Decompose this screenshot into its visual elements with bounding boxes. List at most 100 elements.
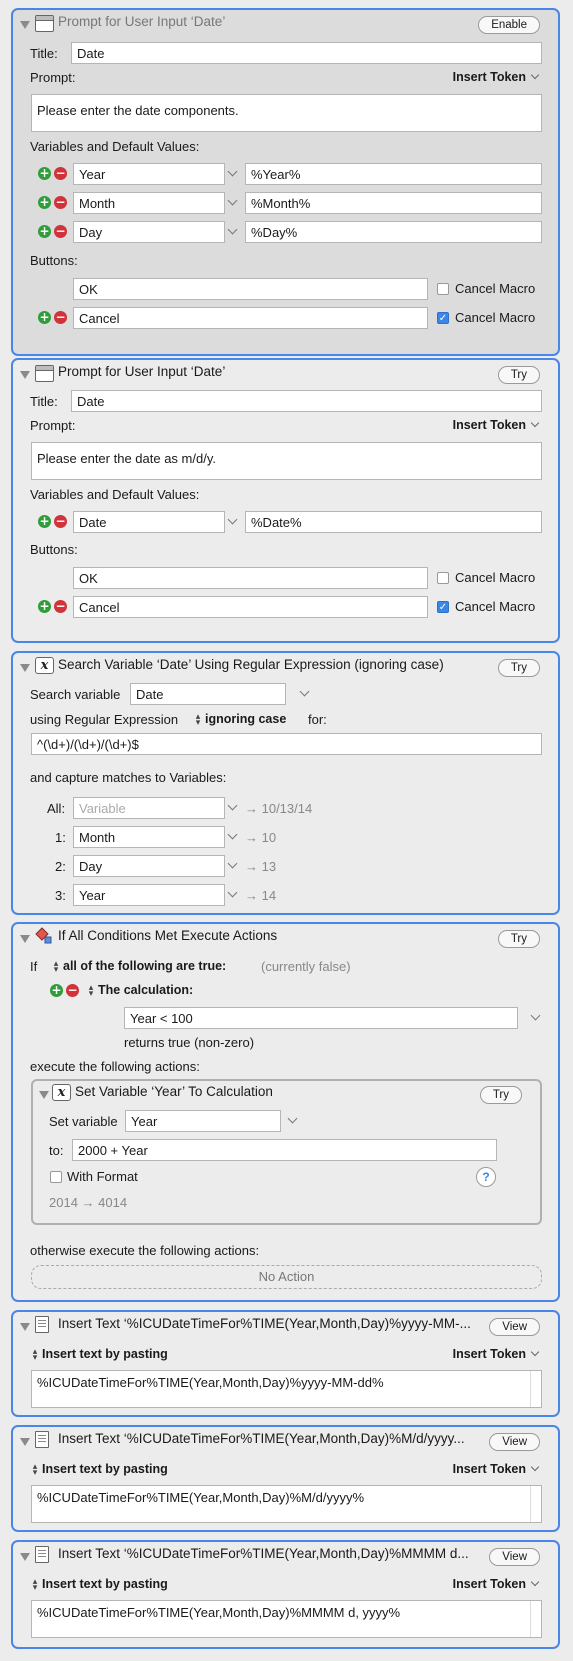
cancel-macro-checkbox[interactable]	[437, 283, 449, 295]
variable-name-field[interactable]: Month	[73, 192, 225, 214]
condition-type-popup[interactable]: The calculation:	[98, 983, 193, 997]
chevron-down-icon[interactable]	[287, 1113, 298, 1124]
insert-text-field[interactable]: %ICUDateTimeFor%TIME(Year,Month,Day)%M/d…	[31, 1485, 542, 1523]
try-button[interactable]: Try	[479, 1086, 522, 1104]
add-variable-icon[interactable]: +	[38, 167, 51, 180]
chevron-down-icon[interactable]	[227, 195, 238, 206]
condition-mode-popup[interactable]: all of the following are true:	[63, 959, 226, 973]
calculation-field[interactable]: Year < 100	[124, 1007, 518, 1029]
chevron-down-icon[interactable]	[227, 829, 238, 840]
variable-name-field[interactable]: Day	[73, 221, 225, 243]
try-button[interactable]: Try	[497, 930, 540, 948]
button-name-field[interactable]: OK	[73, 567, 428, 589]
view-button[interactable]: View	[489, 1548, 540, 1566]
disclosure-triangle-icon[interactable]	[20, 1553, 30, 1561]
insert-text-value: %ICUDateTimeFor%TIME(Year,Month,Day)%M/d…	[37, 1490, 365, 1505]
add-variable-icon[interactable]: +	[38, 225, 51, 238]
scrollbar[interactable]	[530, 1371, 531, 1407]
add-condition-icon[interactable]: +	[50, 984, 63, 997]
remove-variable-icon[interactable]: −	[54, 225, 67, 238]
disclosure-triangle-icon[interactable]	[20, 664, 30, 672]
add-button-icon[interactable]: +	[38, 311, 51, 324]
variable-default-field[interactable]: %Year%	[245, 163, 542, 185]
insert-mode-popup[interactable]: Insert text by pasting	[42, 1577, 168, 1591]
prompt-field[interactable]: Please enter the date components.	[31, 94, 542, 132]
button-name-field[interactable]: OK	[73, 278, 428, 300]
variable-default-field[interactable]: %Month%	[245, 192, 542, 214]
case-mode-popup[interactable]: ignoring case	[205, 712, 286, 726]
remove-condition-icon[interactable]: −	[66, 984, 79, 997]
disclosure-triangle-icon[interactable]	[20, 935, 30, 943]
chevron-down-icon[interactable]	[227, 858, 238, 869]
remove-variable-icon[interactable]: −	[54, 196, 67, 209]
prompt-field[interactable]: Please enter the date as m/d/y.	[31, 442, 542, 480]
scrollbar[interactable]	[530, 1601, 531, 1637]
up-down-arrows-icon[interactable]: ▴ ▾	[31, 1462, 39, 1477]
variable-name-field[interactable]: Year	[73, 163, 225, 185]
scrollbar[interactable]	[530, 1486, 531, 1522]
chevron-down-icon[interactable]	[227, 800, 238, 811]
insert-mode-popup[interactable]: Insert text by pasting	[42, 1462, 168, 1476]
up-down-arrows-icon[interactable]: ▴ ▾	[31, 1347, 39, 1362]
view-button[interactable]: View	[489, 1318, 540, 1336]
disclosure-triangle-icon[interactable]	[20, 1438, 30, 1446]
up-down-arrows-icon[interactable]: ▴ ▾	[194, 712, 202, 727]
set-variable-field[interactable]: Year	[125, 1110, 281, 1132]
help-icon[interactable]: ?	[476, 1167, 496, 1187]
title-field[interactable]: Date	[71, 390, 542, 412]
insert-token-button[interactable]: Insert Token	[453, 1462, 526, 1476]
cancel-macro-checkbox[interactable]: ✓	[437, 312, 449, 324]
cancel-macro-checkbox[interactable]	[437, 572, 449, 584]
capture-variable-field[interactable]: Day	[73, 855, 225, 877]
up-down-arrows-icon[interactable]: ▴ ▾	[87, 983, 95, 998]
insert-token-button[interactable]: Insert Token	[453, 70, 526, 84]
variable-default-field[interactable]: %Day%	[245, 221, 542, 243]
remove-variable-icon[interactable]: −	[54, 515, 67, 528]
insert-token-button[interactable]: Insert Token	[453, 418, 526, 432]
insert-token-button[interactable]: Insert Token	[453, 1577, 526, 1591]
remove-button-icon[interactable]: −	[54, 311, 67, 324]
variable-default-field[interactable]: %Date%	[245, 511, 542, 533]
chevron-down-icon[interactable]	[227, 514, 238, 525]
remove-variable-icon[interactable]: −	[54, 167, 67, 180]
insert-mode-popup[interactable]: Insert text by pasting	[42, 1347, 168, 1361]
chevron-down-icon[interactable]	[227, 224, 238, 235]
capture-variable-field[interactable]: Year	[73, 884, 225, 906]
button-name-field[interactable]: Cancel	[73, 307, 428, 329]
disclosure-triangle-icon[interactable]	[20, 371, 30, 379]
disclosure-triangle-icon[interactable]	[20, 1323, 30, 1331]
title-field[interactable]: Date	[71, 42, 542, 64]
enable-button[interactable]: Enable	[478, 16, 540, 34]
variable-name-field[interactable]: Date	[73, 511, 225, 533]
try-button[interactable]: Try	[497, 659, 540, 677]
remove-button-icon[interactable]: −	[54, 600, 67, 613]
up-down-arrows-icon[interactable]: ▴ ▾	[31, 1577, 39, 1592]
up-down-arrows-icon[interactable]: ▴ ▾	[52, 959, 60, 974]
regex-field[interactable]: ^(\d+)/(\d+)/(\d+)$	[31, 733, 542, 755]
disclosure-triangle-icon[interactable]	[20, 21, 30, 29]
insert-text-field[interactable]: %ICUDateTimeFor%TIME(Year,Month,Day)%MMM…	[31, 1600, 542, 1638]
search-variable-field[interactable]: Date	[130, 683, 286, 705]
with-format-checkbox[interactable]	[50, 1171, 62, 1183]
try-button[interactable]: Try	[497, 366, 540, 384]
capture-variable-field[interactable]: Variable	[73, 797, 225, 819]
chevron-down-icon[interactable]	[530, 1010, 541, 1021]
no-action-dropzone[interactable]: No Action	[31, 1265, 542, 1289]
insert-text-field[interactable]: %ICUDateTimeFor%TIME(Year,Month,Day)%yyy…	[31, 1370, 542, 1408]
disclosure-triangle-icon[interactable]	[39, 1091, 49, 1099]
variable-x-icon: x	[35, 657, 54, 674]
capture-variable-field[interactable]: Month	[73, 826, 225, 848]
if-then-icon	[34, 927, 52, 945]
cancel-macro-checkbox[interactable]: ✓	[437, 601, 449, 613]
view-button[interactable]: View	[489, 1433, 540, 1451]
add-variable-icon[interactable]: +	[38, 515, 51, 528]
chevron-down-icon[interactable]	[299, 686, 310, 697]
capture-2-label: 2:	[55, 859, 66, 874]
insert-token-button[interactable]: Insert Token	[453, 1347, 526, 1361]
add-button-icon[interactable]: +	[38, 600, 51, 613]
add-variable-icon[interactable]: +	[38, 196, 51, 209]
chevron-down-icon[interactable]	[227, 887, 238, 898]
button-name-field[interactable]: Cancel	[73, 596, 428, 618]
to-calculation-field[interactable]: 2000 + Year	[72, 1139, 497, 1161]
chevron-down-icon[interactable]	[227, 166, 238, 177]
